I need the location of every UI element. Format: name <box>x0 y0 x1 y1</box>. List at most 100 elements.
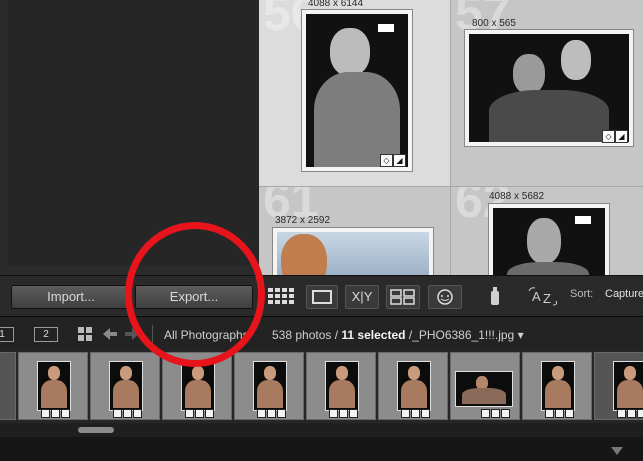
edit-icon <box>61 409 70 418</box>
tag-icon <box>41 409 50 418</box>
import-button[interactable]: Import... <box>11 285 131 309</box>
left-panel-inner <box>8 0 259 265</box>
tag-icon <box>257 409 266 418</box>
edit-icon <box>133 409 142 418</box>
grid-cell[interactable]: 57 800 x 565 ◇ ◢ <box>451 0 643 187</box>
thumbnail-badges <box>401 409 430 418</box>
thumbnail-badges <box>113 409 142 418</box>
photo-count: 538 photos / <box>272 328 339 342</box>
filmstrip-thumbnail[interactable] <box>234 352 304 420</box>
photo-thumbnail[interactable]: ◇ ◢ <box>465 30 633 146</box>
thumbnail-badges <box>481 409 510 418</box>
edit-icon <box>421 409 430 418</box>
grid-view-icon[interactable] <box>267 285 297 307</box>
crop-icon <box>195 409 204 418</box>
thumbnail-image <box>109 361 143 411</box>
sort-direction-icon[interactable]: AZ <box>526 285 562 307</box>
filmstrip-thumbnail[interactable] <box>378 352 448 420</box>
edit-icon <box>501 409 510 418</box>
edit-icon <box>205 409 214 418</box>
edit-icon: ◢ <box>615 130 628 143</box>
edit-icon: ◢ <box>393 154 406 167</box>
photo-count-status[interactable]: 538 photos / 11 selected /_PHO6386_1!!!.… <box>272 328 524 342</box>
thumbnail-badges <box>545 409 574 418</box>
thumbnail-badges <box>617 409 643 418</box>
filmstrip[interactable] <box>0 350 643 423</box>
svg-text:Z: Z <box>543 291 551 306</box>
filmstrip-thumbnail[interactable] <box>522 352 592 420</box>
photo-thumbnail[interactable] <box>273 228 433 275</box>
tag-icon <box>481 409 490 418</box>
current-filename: /_PHO6386_1!!!.jpg <box>408 328 515 342</box>
cell-dimensions: 4088 x 5682 <box>489 191 545 202</box>
filmstrip-thumbnail[interactable] <box>18 352 88 420</box>
secondary-window-button-1[interactable]: 1 <box>0 327 14 342</box>
filmstrip-header: 1 2 All Photographs 538 photos / 11 sele… <box>0 316 643 351</box>
thumbnail-badges <box>41 409 70 418</box>
secondary-window-button-2[interactable]: 2 <box>34 327 58 342</box>
crop-icon <box>627 409 636 418</box>
survey-view-icon[interactable] <box>386 285 420 309</box>
edit-icon <box>277 409 286 418</box>
tag-icon: ◇ <box>602 130 615 143</box>
compare-view-icon[interactable]: X|Y <box>345 285 379 309</box>
spray-can-icon[interactable] <box>484 285 506 307</box>
thumbnail-image <box>253 361 287 411</box>
crop-icon <box>411 409 420 418</box>
filmstrip-thumbnail[interactable] <box>306 352 376 420</box>
thumbnail-image <box>325 361 359 411</box>
grid-cell[interactable]: 62 4088 x 5682 <box>451 187 643 275</box>
edit-icon <box>349 409 358 418</box>
tag-icon <box>617 409 626 418</box>
tag-icon <box>185 409 194 418</box>
crop-icon <box>339 409 348 418</box>
crop-icon <box>123 409 132 418</box>
thumbnail-badges <box>329 409 358 418</box>
cell-dimensions: 800 x 565 <box>472 18 516 29</box>
cell-dimensions: 4088 x 6144 <box>308 0 364 9</box>
thumbnail-image <box>397 361 431 411</box>
filmstrip-thumbnail[interactable] <box>90 352 160 420</box>
svg-text:A: A <box>532 289 541 304</box>
edit-icon <box>637 409 643 418</box>
crop-icon <box>555 409 564 418</box>
thumbnail-badges <box>257 409 286 418</box>
crop-icon <box>51 409 60 418</box>
back-arrow-icon[interactable] <box>102 327 118 346</box>
tag-icon <box>401 409 410 418</box>
library-toolbar: Import... Export... X|Y AZ Sort: Capture… <box>0 275 643 316</box>
selected-count: 11 selected <box>341 328 406 342</box>
tag-icon <box>329 409 338 418</box>
photo-thumbnail[interactable] <box>489 204 609 275</box>
thumbnail-image <box>455 371 513 407</box>
photo-thumbnail[interactable]: ◇ ◢ <box>302 10 412 171</box>
edit-icon <box>565 409 574 418</box>
thumbnail-image <box>37 361 71 411</box>
annotation-circle <box>125 222 265 367</box>
chevron-down-icon[interactable]: ▾ <box>518 328 524 342</box>
filmstrip-thumbnail[interactable] <box>0 352 16 420</box>
grid-cell[interactable]: 56 4088 x 6144 ◇ ◢ <box>259 0 451 187</box>
people-view-icon[interactable] <box>428 285 462 309</box>
grid-cell[interactable]: 61 3872 x 2592 <box>259 187 451 275</box>
sort-dropdown[interactable]: Capture Time <box>605 288 643 300</box>
loupe-view-icon[interactable] <box>306 285 338 309</box>
triangle-down-icon[interactable] <box>610 443 624 461</box>
thumbnail-image <box>613 361 643 411</box>
sort-label: Sort: <box>570 288 594 300</box>
thumbnail-image <box>541 361 575 411</box>
cell-dimensions: 3872 x 2592 <box>275 215 331 226</box>
grid-small-icon[interactable] <box>78 327 92 346</box>
thumbnail-badges <box>185 409 214 418</box>
bottom-panel-toggle-bar <box>0 437 643 461</box>
filmstrip-thumbnail[interactable] <box>450 352 520 420</box>
filmstrip-thumbnail[interactable] <box>594 352 643 420</box>
scroll-thumb[interactable] <box>78 427 114 433</box>
crop-icon <box>267 409 276 418</box>
crop-icon <box>491 409 500 418</box>
filmstrip-scrollbar[interactable] <box>0 423 643 437</box>
tag-icon <box>113 409 122 418</box>
thumbnail-image <box>181 361 215 411</box>
tag-icon: ◇ <box>380 154 393 167</box>
library-grid[interactable]: 56 4088 x 6144 ◇ ◢ 57 800 x 565 ◇ ◢ 61 3… <box>259 0 643 275</box>
